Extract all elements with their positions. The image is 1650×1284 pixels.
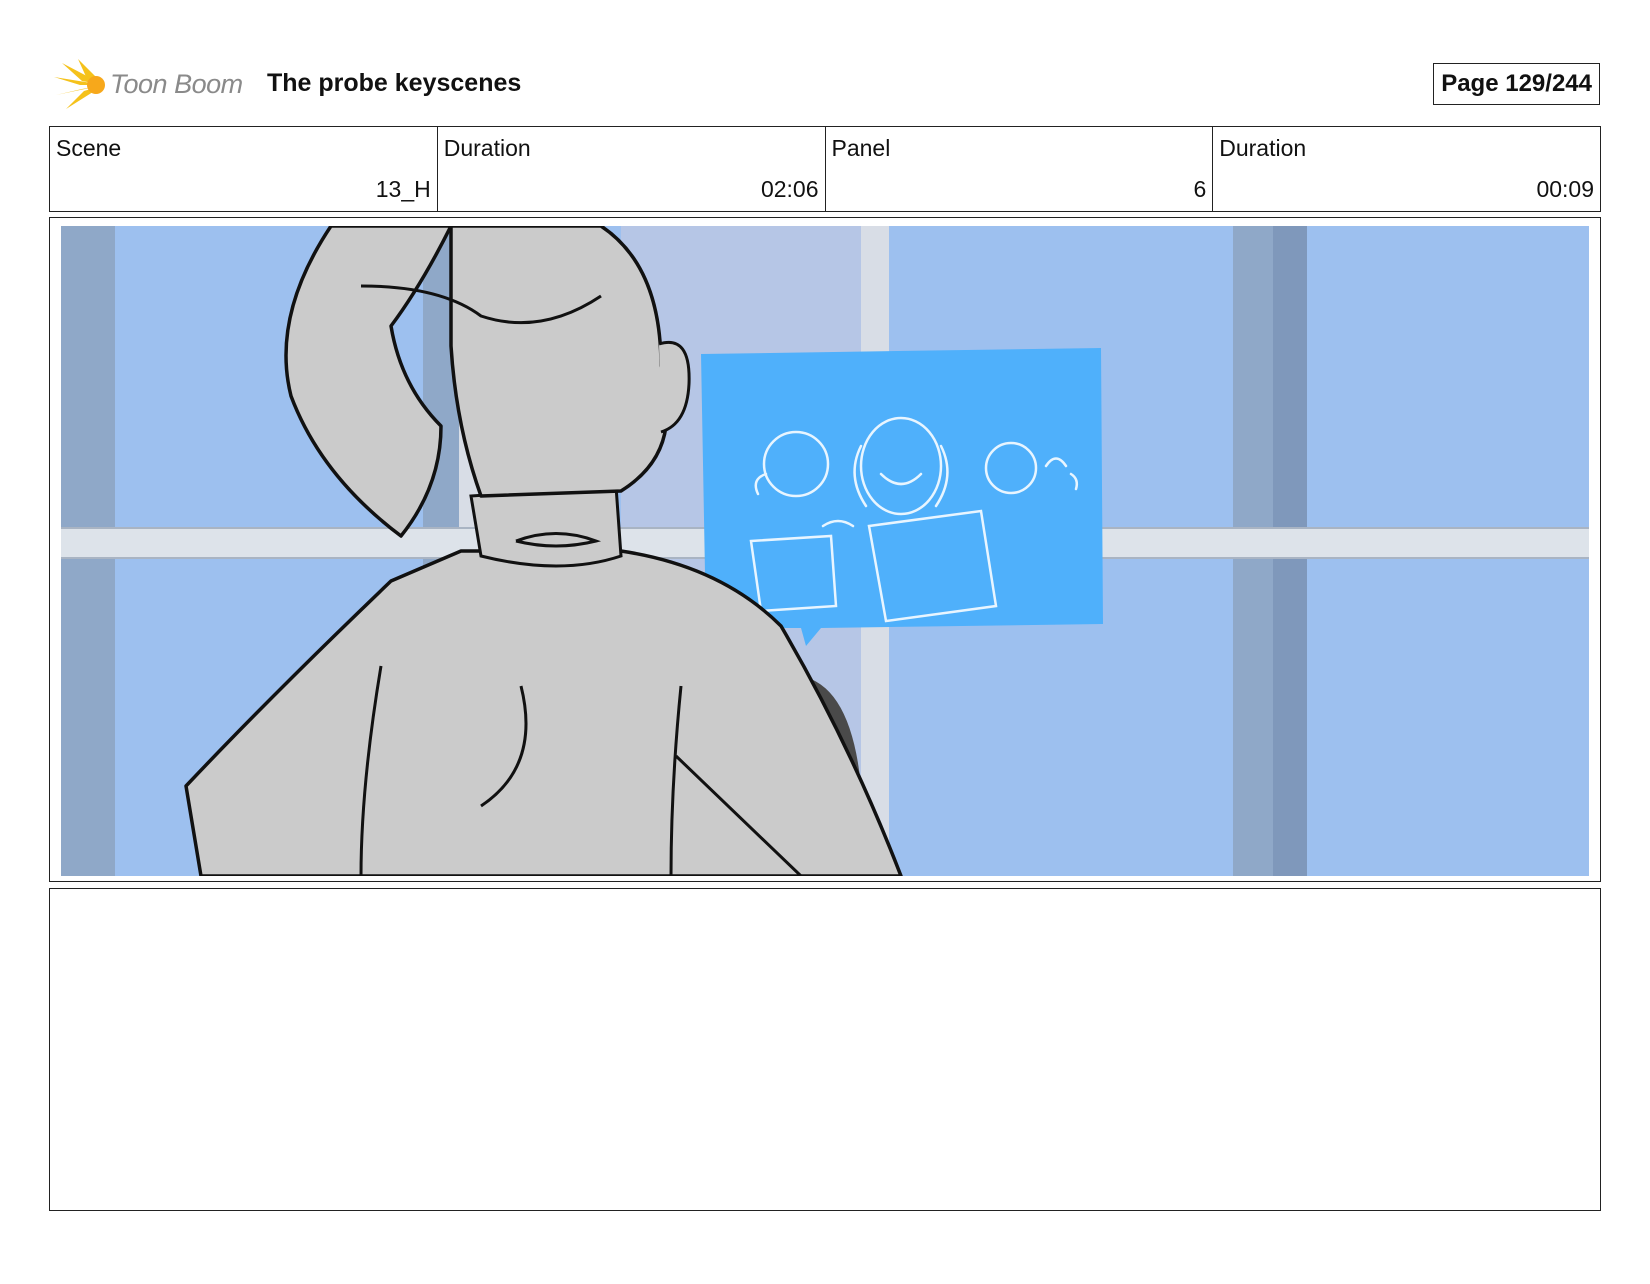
panel-duration-label: Duration [1219,135,1307,161]
storyboard-panel [49,217,1601,882]
scene-duration-cell: Duration 02:06 [438,127,826,211]
panel-label: Panel [831,135,891,161]
page-header: Toon Boom The probe keyscenes Page 129/2… [50,55,1600,115]
starburst-icon [54,59,105,109]
panel-illustration [61,226,1589,876]
panel-drawing [61,226,1589,876]
scene-info-table: Scene 13_H Duration 02:06 Panel 6 Durati… [49,126,1601,212]
panel-duration-cell: Duration 00:09 [1213,127,1600,211]
panel-notes-box [49,888,1601,1211]
page-number: Page 129/244 [1433,63,1600,105]
toon-boom-logo: Toon Boom [52,57,252,113]
panel-value: 6 [1193,176,1207,202]
panel-cell: Panel 6 [826,127,1214,211]
scene-label: Scene [56,135,122,161]
scene-value: 13_H [375,176,431,202]
scene-duration-value: 02:06 [760,176,819,202]
logo-text: Toon Boom [110,69,243,99]
document-title: The probe keyscenes [267,69,522,97]
scene-cell: Scene 13_H [50,127,438,211]
scene-duration-label: Duration [443,135,531,161]
panel-duration-value: 00:09 [1536,176,1594,202]
